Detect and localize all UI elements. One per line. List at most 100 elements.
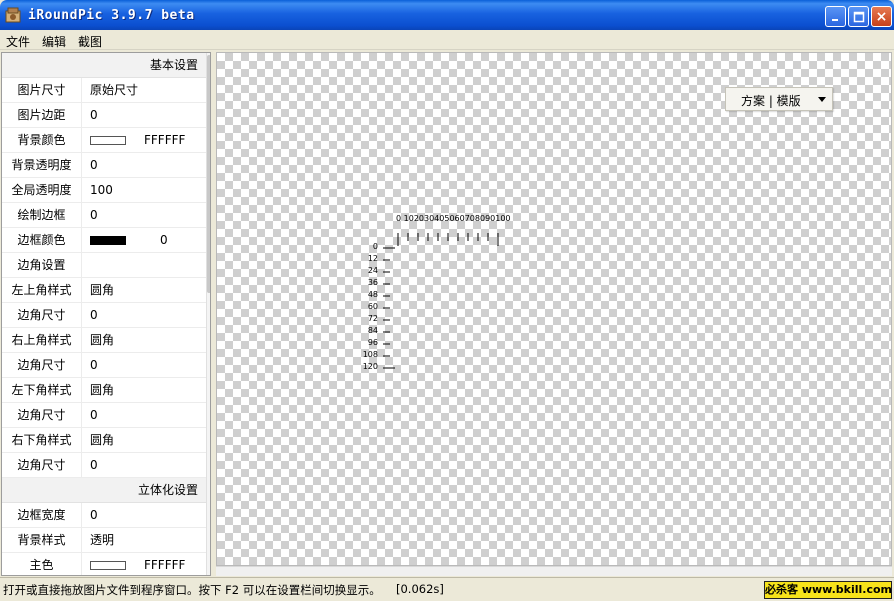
- ruler-top-labels: 0 102030405060708090100: [396, 214, 511, 223]
- prop-row[interactable]: 背景颜色 FFFFFF: [2, 128, 206, 153]
- section-title: 基本设置: [149, 58, 198, 72]
- preview-ruler: 0 102030405060708090100 0 12 24 36 48 60…: [363, 214, 511, 371]
- prop-label: 边角尺寸: [2, 453, 82, 478]
- prop-label: 主色: [2, 553, 82, 575]
- prop-label: 边角尺寸: [2, 353, 82, 378]
- maximize-icon: [853, 11, 864, 22]
- prop-value[interactable]: 0: [160, 228, 168, 252]
- prop-row[interactable]: 右上角样式 圆角: [2, 328, 206, 353]
- prop-label: 图片边距: [2, 103, 82, 128]
- menu-screenshot[interactable]: 截图: [78, 33, 102, 50]
- prop-label: 背景样式: [2, 528, 82, 553]
- ruler-left-labels: 0 12 24 36 48 60 72 84 96 108 120: [363, 242, 378, 371]
- prop-row[interactable]: 边框宽度 0: [2, 503, 206, 528]
- prop-value[interactable]: 0: [90, 453, 98, 478]
- prop-label: 图片尺寸: [2, 78, 82, 103]
- prop-value[interactable]: 圆角: [90, 378, 114, 403]
- prop-value[interactable]: 0: [90, 103, 98, 128]
- prop-row[interactable]: 图片尺寸 原始尺寸: [2, 78, 206, 103]
- prop-row[interactable]: 右下角样式 圆角: [2, 428, 206, 453]
- watermark-badge: 必杀客 www.bkill.com: [764, 581, 892, 599]
- prop-value[interactable]: FFFFFF: [144, 128, 185, 152]
- prop-label: 左上角样式: [2, 278, 82, 303]
- prop-row[interactable]: 边角设置: [2, 253, 206, 278]
- status-hint: 打开或直接拖放图片文件到程序窗口。按下 F2 可以在设置栏间切换显示。: [3, 583, 381, 597]
- prop-label: 右上角样式: [2, 328, 82, 353]
- prop-label: 绘制边框: [2, 203, 82, 228]
- prop-label: 边角尺寸: [2, 303, 82, 328]
- ruler-left-label: 96: [368, 338, 378, 347]
- prop-label: 边框宽度: [2, 503, 82, 528]
- prop-row[interactable]: 绘制边框 0: [2, 203, 206, 228]
- ruler-left-ticks: [383, 247, 395, 369]
- minimize-icon: [831, 18, 838, 21]
- chevron-down-icon: [818, 97, 826, 102]
- scroll-thumb[interactable]: [207, 55, 210, 293]
- prop-value[interactable]: 0: [90, 303, 98, 328]
- panel-scrollbar[interactable]: [206, 53, 210, 575]
- prop-value[interactable]: 0: [90, 153, 98, 178]
- prop-row[interactable]: 左下角样式 圆角: [2, 378, 206, 403]
- menu-bar: 文件 编辑 截图: [0, 30, 894, 50]
- prop-label: 右下角样式: [2, 428, 82, 453]
- prop-value[interactable]: FFFFFF: [144, 553, 185, 575]
- prop-value[interactable]: 圆角: [90, 428, 114, 453]
- prop-label: 全局透明度: [2, 178, 82, 203]
- prop-row[interactable]: 边角尺寸 0: [2, 453, 206, 478]
- ruler-left-label: 0: [373, 242, 378, 251]
- prop-row[interactable]: 背景透明度 0: [2, 153, 206, 178]
- prop-row[interactable]: 边角尺寸 0: [2, 353, 206, 378]
- prop-row[interactable]: 主色 FFFFFF: [2, 553, 206, 575]
- prop-value[interactable]: 圆角: [90, 278, 114, 303]
- prop-value[interactable]: 0: [90, 353, 98, 378]
- scheme-template-dropdown[interactable]: 方案 | 模版: [725, 87, 833, 111]
- ruler-left-label: 24: [368, 266, 378, 275]
- close-button[interactable]: ×: [871, 6, 892, 27]
- minimize-button[interactable]: [825, 6, 846, 27]
- prop-value[interactable]: 0: [90, 503, 98, 528]
- section-3d[interactable]: 立体化设置: [2, 478, 206, 503]
- prop-label: 边角尺寸: [2, 403, 82, 428]
- menu-file[interactable]: 文件: [6, 33, 30, 50]
- section-basic[interactable]: 基本设置: [2, 53, 206, 78]
- prop-row[interactable]: 全局透明度 100: [2, 178, 206, 203]
- ruler-left-label: 108: [363, 350, 378, 359]
- prop-value[interactable]: 圆角: [90, 328, 114, 353]
- prop-row[interactable]: 边角尺寸 0: [2, 303, 206, 328]
- prop-row[interactable]: 边框颜色 0: [2, 228, 206, 253]
- color-swatch[interactable]: [90, 136, 126, 145]
- ruler-left-label: 84: [368, 326, 378, 335]
- scheme-template-label: 方案 | 模版: [741, 94, 801, 108]
- status-elapsed: [0.062s]: [396, 582, 444, 596]
- prop-row[interactable]: 图片边距 0: [2, 103, 206, 128]
- prop-label: 边角设置: [2, 253, 82, 278]
- status-bar: 打开或直接拖放图片文件到程序窗口。按下 F2 可以在设置栏间切换显示。 [0.0…: [0, 577, 894, 601]
- maximize-button[interactable]: [848, 6, 869, 27]
- prop-value[interactable]: 0: [90, 403, 98, 428]
- color-swatch[interactable]: [90, 561, 126, 570]
- prop-row[interactable]: 背景样式 透明: [2, 528, 206, 553]
- window-title: iRoundPic 3.9.7 beta: [28, 8, 195, 23]
- ruler-top-ticks: [397, 233, 499, 246]
- close-icon: ×: [875, 8, 888, 25]
- prop-value[interactable]: 原始尺寸: [90, 78, 138, 103]
- prop-value[interactable]: 0: [90, 203, 98, 228]
- ruler-left-label: 36: [368, 278, 378, 287]
- ruler-left-label: 120: [363, 362, 378, 371]
- canvas-hscrollbar[interactable]: [216, 566, 892, 576]
- prop-label: 左下角样式: [2, 378, 82, 403]
- menu-edit[interactable]: 编辑: [42, 33, 66, 50]
- prop-row[interactable]: 左上角样式 圆角: [2, 278, 206, 303]
- prop-label: 边框颜色: [2, 228, 82, 253]
- prop-row[interactable]: 边角尺寸 0: [2, 403, 206, 428]
- ruler-left-label: 60: [368, 302, 378, 311]
- prop-label: 背景颜色: [2, 128, 82, 153]
- image-canvas[interactable]: 方案 | 模版 0 102030405060708090100 0 12 24 …: [216, 52, 892, 566]
- ruler-left-label: 48: [368, 290, 378, 299]
- ruler-left-label: 12: [368, 254, 378, 263]
- app-icon: [5, 7, 21, 23]
- title-bar: iRoundPic 3.9.7 beta ×: [0, 0, 894, 30]
- prop-value[interactable]: 透明: [90, 528, 114, 553]
- color-swatch[interactable]: [90, 236, 126, 245]
- prop-value[interactable]: 100: [90, 178, 113, 203]
